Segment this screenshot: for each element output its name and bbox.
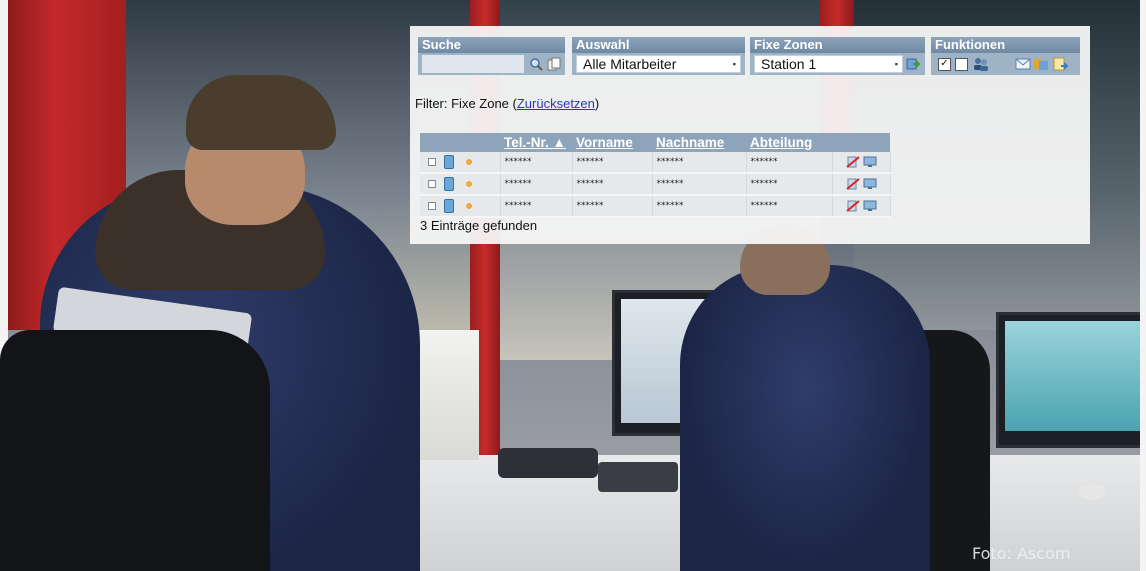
select-all-checkbox[interactable]: ✓	[938, 58, 951, 71]
row-controls	[420, 195, 501, 218]
selection-section: Alle Mitarbeiter ▪	[572, 53, 745, 75]
search-input[interactable]	[422, 55, 524, 73]
cell-lastname: ******	[652, 152, 747, 174]
row-controls	[420, 173, 501, 196]
row-controls	[420, 152, 501, 174]
column-header-firstname[interactable]: Vorname	[572, 133, 652, 152]
actions-column-header	[832, 133, 890, 152]
monitor-icon[interactable]	[863, 178, 877, 190]
photo-credit: Foto: Ascom	[972, 544, 1071, 563]
row-checkbox[interactable]	[427, 202, 436, 210]
row-checkbox[interactable]	[427, 158, 436, 166]
phone-icon	[444, 155, 455, 169]
status-dot-icon	[465, 159, 472, 165]
selection-section-header: Auswahl	[572, 37, 745, 53]
edit-disabled-icon[interactable]	[846, 178, 860, 190]
column-header-department[interactable]: Abteilung	[746, 133, 832, 152]
monitor-icon[interactable]	[863, 200, 877, 212]
cell-phone: ******	[500, 173, 573, 196]
cell-lastname: ******	[652, 173, 747, 196]
filter-status: Filter: Fixe Zone (Zurücksetzen)	[415, 96, 599, 111]
cell-department: ******	[746, 195, 833, 218]
zone-select-value: Station 1	[761, 56, 817, 72]
control-column-header	[420, 133, 500, 152]
status-dot-icon	[465, 203, 472, 209]
cell-department: ******	[746, 152, 833, 174]
cell-firstname: ******	[572, 152, 653, 174]
table-row[interactable]: ****** ****** ****** ******	[420, 195, 891, 218]
zone-select[interactable]: Station 1 ▪	[754, 55, 903, 73]
export-icon[interactable]	[1053, 56, 1069, 72]
cell-department: ******	[746, 173, 833, 196]
row-actions	[832, 152, 891, 174]
monitor-icon[interactable]	[863, 156, 877, 168]
chevron-down-icon: ▪	[894, 59, 898, 69]
table-row[interactable]: ****** ****** ****** ******	[420, 173, 891, 196]
column-header-phone[interactable]: Tel.-Nr. ▲	[500, 133, 572, 152]
cell-firstname: ******	[572, 173, 653, 196]
cell-phone: ******	[500, 152, 573, 174]
search-section-header: Suche	[418, 37, 565, 53]
table-row[interactable]: ****** ****** ****** ******	[420, 152, 891, 174]
result-count: 3 Einträge gefunden	[420, 218, 538, 233]
employee-select-value: Alle Mitarbeiter	[583, 56, 677, 72]
results-table: Tel.-Nr. ▲ Vorname Nachname Abteilung **…	[420, 133, 891, 218]
status-dot-icon	[465, 181, 472, 187]
go-arrow-icon[interactable]	[905, 56, 921, 72]
row-actions	[832, 195, 891, 218]
staff-search-panel: Suche Auswahl Alle Mitarbeiter ▪ Fixe Zo…	[410, 26, 1090, 244]
row-actions	[832, 173, 891, 196]
fixed-zones-section: Station 1 ▪	[750, 53, 925, 75]
chevron-down-icon: ▪	[732, 59, 736, 69]
search-section	[418, 53, 565, 75]
reset-filter-link[interactable]: Zurücksetzen	[517, 96, 595, 111]
functions-section-header: Funktionen	[931, 37, 1080, 53]
edit-disabled-icon[interactable]	[846, 156, 860, 168]
select-none-checkbox[interactable]	[955, 58, 968, 71]
magnifier-icon[interactable]	[528, 56, 544, 72]
table-header-row: Tel.-Nr. ▲ Vorname Nachname Abteilung	[420, 133, 890, 152]
column-header-lastname[interactable]: Nachname	[652, 133, 746, 152]
employee-select[interactable]: Alle Mitarbeiter ▪	[576, 55, 741, 73]
fixed-zones-section-header: Fixe Zonen	[750, 37, 925, 53]
phone-icon	[444, 177, 455, 191]
copy-icon[interactable]	[546, 56, 562, 72]
cell-phone: ******	[500, 195, 573, 218]
group-icon[interactable]	[1033, 56, 1049, 72]
phone-icon	[444, 199, 455, 213]
row-checkbox[interactable]	[427, 180, 436, 188]
cell-firstname: ******	[572, 195, 653, 218]
filter-suffix: )	[594, 96, 600, 111]
mail-icon[interactable]	[1015, 56, 1031, 72]
filter-prefix: Filter: Fixe Zone (	[415, 96, 517, 111]
edit-disabled-icon[interactable]	[846, 200, 860, 212]
users-icon[interactable]	[973, 56, 989, 72]
functions-section: ✓	[931, 53, 1080, 75]
cell-lastname: ******	[652, 195, 747, 218]
